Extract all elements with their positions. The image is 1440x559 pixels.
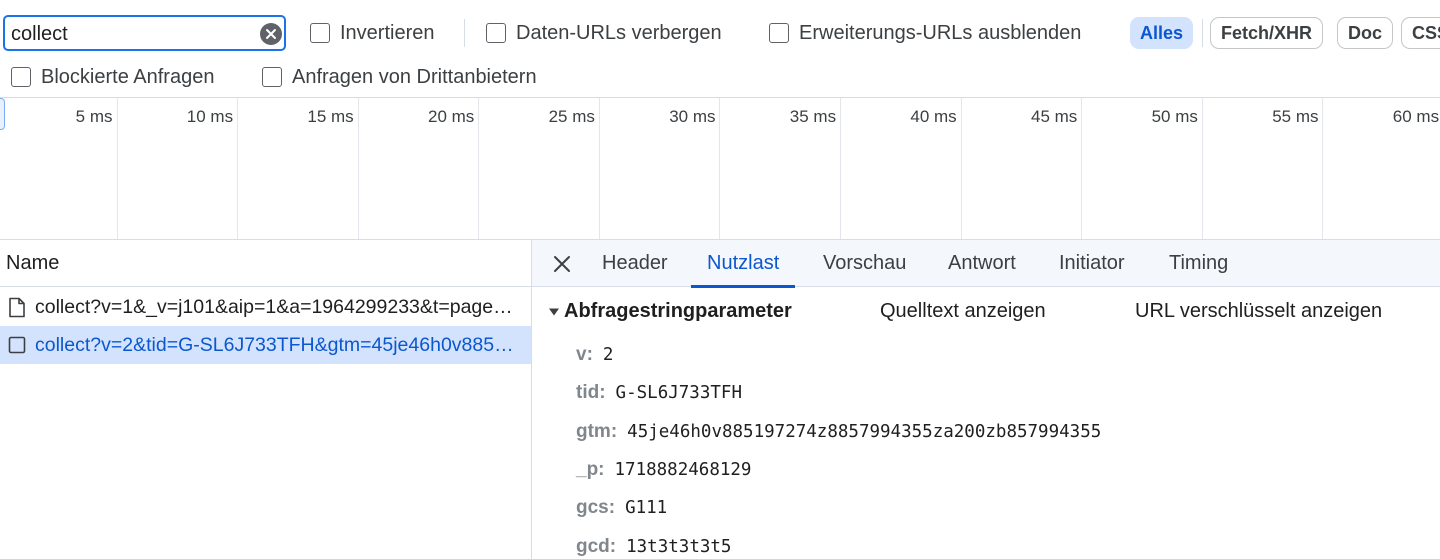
overview-tick: 5 ms xyxy=(0,98,118,239)
param-value: 13t3t3t3t5 xyxy=(626,537,732,557)
overview-tick-label: 55 ms xyxy=(1272,107,1319,126)
toolbar-separator xyxy=(464,19,465,47)
blocked-requests-checkbox[interactable]: Blockierte Anfragen xyxy=(11,66,214,89)
overview-tick: 50 ms xyxy=(1082,98,1203,239)
param-row: tid: G-SL6J733TFH xyxy=(576,382,742,404)
tab-payload[interactable]: Nutzlast xyxy=(690,240,796,288)
detail-tabbar: Header Nutzlast Vorschau Antwort Initiat… xyxy=(532,240,1440,288)
param-key: v: xyxy=(576,344,593,365)
view-source-link[interactable]: Quelltext anzeigen xyxy=(880,300,1046,323)
toolbar-separator xyxy=(1202,19,1203,47)
param-value: G111 xyxy=(625,498,668,518)
param-row: gcs: G111 xyxy=(576,497,667,519)
checkbox-box[interactable] xyxy=(262,67,282,87)
overview-tick-label: 20 ms xyxy=(427,107,475,126)
triangle-down-icon xyxy=(549,308,559,315)
checkbox-box[interactable] xyxy=(310,23,330,43)
param-row: _p: 1718882468129 xyxy=(576,459,751,481)
request-row-selected[interactable]: collect?v=2&tid=G-SL6J733TFH&gtm=45je46h… xyxy=(0,326,531,364)
type-filter-fetch-button[interactable]: Fetch/XHR xyxy=(1210,17,1324,49)
query-string-section-header[interactable]: Abfragestringparameter xyxy=(548,300,792,323)
checkbox-square-icon xyxy=(8,336,26,354)
overview-tick: 10 ms xyxy=(118,98,239,239)
param-key: gcd: xyxy=(576,536,617,557)
section-title: Abfragestringparameter xyxy=(564,300,792,322)
third-party-label: Anfragen von Drittanbietern xyxy=(292,65,537,88)
view-url-encoded-link[interactable]: URL verschlüsselt anzeigen xyxy=(1135,300,1382,323)
overview-tick: 35 ms xyxy=(721,98,842,239)
hide-data-urls-label: Daten-URLs verbergen xyxy=(516,21,722,44)
invert-label: Invertieren xyxy=(340,21,435,44)
overview-tick: 15 ms xyxy=(238,98,359,239)
timeline-overview[interactable]: 5 ms 10 ms 15 ms 20 ms 25 ms 30 ms 35 ms 40 ms 4… xyxy=(0,98,1440,240)
filter-row-primary: Invertieren Daten-URLs verbergen Erweite… xyxy=(0,13,1440,53)
tab-preview[interactable]: Vorschau xyxy=(823,240,906,287)
filter-search-box[interactable] xyxy=(3,15,286,51)
request-list: Name collect?v=1&_v=j101&aip=1&a=1964299… xyxy=(0,240,532,559)
param-key: gtm: xyxy=(576,421,618,442)
checkbox-box[interactable] xyxy=(486,23,506,43)
name-column-header[interactable]: Name xyxy=(0,240,531,287)
hide-data-urls-checkbox[interactable]: Daten-URLs verbergen xyxy=(486,22,722,45)
param-key: _p: xyxy=(576,459,605,480)
request-name: collect?v=2&tid=G-SL6J733TFH&gtm=45je46h… xyxy=(35,333,517,356)
filter-toolbar: Invertieren Daten-URLs verbergen Erweite… xyxy=(0,0,1440,98)
name-column-label: Name xyxy=(6,251,60,274)
close-icon[interactable] xyxy=(550,252,574,276)
request-detail-panel: Header Nutzlast Vorschau Antwort Initiat… xyxy=(532,240,1440,559)
tab-initiator[interactable]: Initiator xyxy=(1059,240,1125,287)
overview-tick: 55 ms xyxy=(1203,98,1324,239)
overview-tick: 40 ms xyxy=(841,98,962,239)
request-row[interactable]: collect?v=1&_v=j101&aip=1&a=1964299233&t… xyxy=(0,288,531,326)
filter-search-input[interactable] xyxy=(11,21,251,47)
hide-extension-urls-label: Erweiterungs-URLs ausblenden xyxy=(799,21,1082,44)
tab-header[interactable]: Header xyxy=(602,240,668,287)
type-filter-css-button[interactable]: CSS xyxy=(1401,17,1440,49)
tab-response[interactable]: Antwort xyxy=(948,240,1016,287)
overview-tick-label: 10 ms xyxy=(186,107,234,126)
hide-extension-urls-checkbox[interactable]: Erweiterungs-URLs ausblenden xyxy=(769,22,1081,45)
overview-tick-label: 5 ms xyxy=(75,107,113,126)
tab-timing[interactable]: Timing xyxy=(1169,240,1228,287)
param-value: 2 xyxy=(602,345,614,365)
blocked-requests-label: Blockierte Anfragen xyxy=(41,65,215,88)
type-filter-doc-button[interactable]: Doc xyxy=(1337,17,1394,49)
overview-tick: 20 ms xyxy=(359,98,480,239)
request-name: collect?v=1&_v=j101&aip=1&a=1964299233&t… xyxy=(35,295,517,318)
overview-tick: 45 ms xyxy=(962,98,1083,239)
third-party-checkbox[interactable]: Anfragen von Drittanbietern xyxy=(262,66,537,89)
checkbox-box[interactable] xyxy=(769,23,789,43)
invert-checkbox[interactable]: Invertieren xyxy=(310,22,435,45)
param-row: gtm: 45je46h0v885197274z8857994355za200z… xyxy=(576,421,1101,443)
checkbox-box[interactable] xyxy=(11,67,31,87)
clear-search-icon[interactable] xyxy=(260,23,282,45)
overview-tick: 60 ms xyxy=(1324,98,1440,239)
overview-tick-label: 30 ms xyxy=(669,107,716,126)
overview-tick-label: 40 ms xyxy=(910,107,957,126)
overview-tick-label: 45 ms xyxy=(1030,107,1078,126)
param-key: tid: xyxy=(576,382,606,403)
overview-tick-label: 35 ms xyxy=(789,107,837,126)
param-row: v: 2 xyxy=(576,344,613,366)
param-row: gcd: 13t3t3t3t5 xyxy=(576,536,731,558)
param-value: 1718882468129 xyxy=(614,460,752,480)
param-value: G-SL6J733TFH xyxy=(615,383,742,403)
overview-tick: 30 ms xyxy=(600,98,721,239)
overview-tick-label: 60 ms xyxy=(1392,107,1440,126)
filter-row-secondary: Blockierte Anfragen Anfragen von Drittan… xyxy=(0,57,1440,97)
overview-tick: 25 ms xyxy=(479,98,600,239)
type-filter-all-button[interactable]: Alles xyxy=(1130,17,1194,49)
overview-tick-label: 15 ms xyxy=(307,107,354,126)
document-icon xyxy=(9,297,25,317)
param-key: gcs: xyxy=(576,497,616,518)
overview-tick-label: 50 ms xyxy=(1151,107,1198,126)
overview-tick-label: 25 ms xyxy=(548,107,595,126)
param-value: 45je46h0v885197274z8857994355za200zb8579… xyxy=(627,422,1102,442)
